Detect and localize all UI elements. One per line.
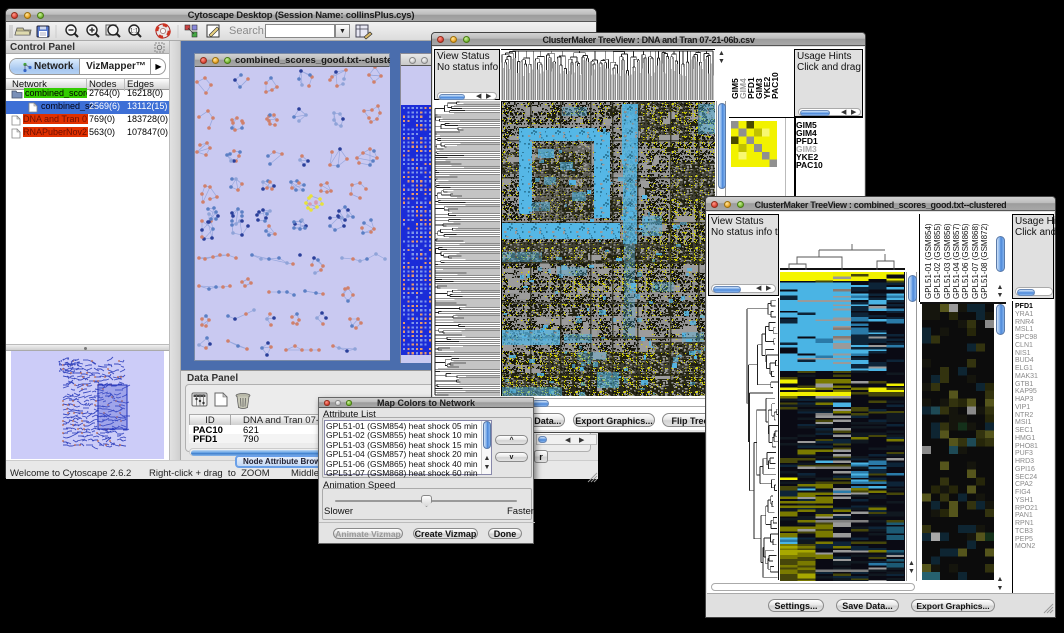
- svg-text:1:1: 1:1: [130, 29, 139, 35]
